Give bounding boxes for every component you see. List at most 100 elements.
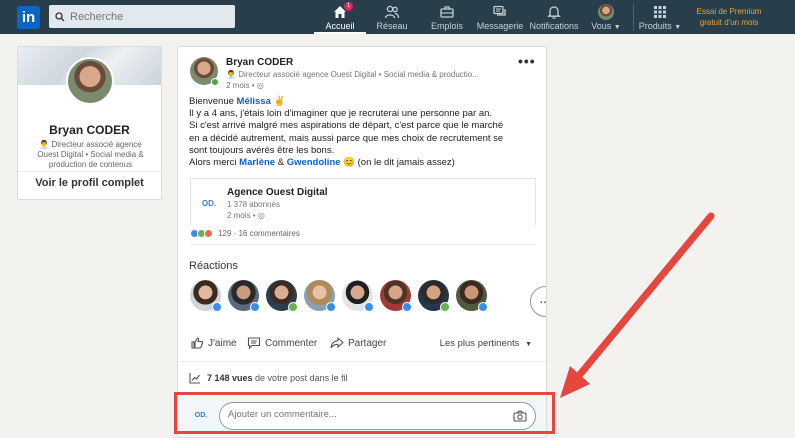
post-author-headline-text: Directeur associé agence Ouest Digital •… bbox=[238, 70, 479, 79]
feed-post: Bryan CODER 👨‍💼 Directeur associé agence… bbox=[177, 46, 547, 438]
chevron-down-icon: ▼ bbox=[674, 24, 682, 31]
like-reaction-icon bbox=[364, 302, 374, 312]
avatar bbox=[598, 4, 614, 20]
shared-company-card[interactable]: OD. Agence Ouest Digital 1 378 abonnés 2… bbox=[190, 178, 536, 225]
reactor-avatar[interactable] bbox=[380, 280, 412, 312]
post-time-text: 2 mois • bbox=[226, 81, 255, 90]
company-name[interactable]: Agence Ouest Digital bbox=[227, 187, 328, 198]
nav-notifications[interactable]: Notifications bbox=[527, 0, 581, 34]
company-logo: OD. bbox=[201, 199, 217, 208]
post-line: Bienvenue Mélissa ✌️ bbox=[189, 96, 539, 108]
share-button[interactable]: Partager bbox=[330, 336, 386, 350]
comment-label: Commenter bbox=[265, 337, 318, 349]
messaging-icon bbox=[493, 5, 506, 16]
premium-trial-link[interactable]: Essai de Premium gratuit d'un mois bbox=[688, 6, 770, 28]
reactor-avatar[interactable] bbox=[190, 280, 222, 312]
jobs-icon bbox=[440, 6, 454, 18]
post-text: Alors merci bbox=[189, 157, 240, 169]
like-reaction-icon bbox=[478, 302, 488, 312]
like-label: J'aime bbox=[208, 337, 237, 349]
reactor-avatar[interactable] bbox=[304, 280, 336, 312]
reactor-avatar[interactable] bbox=[456, 280, 488, 312]
thumbs-up-icon bbox=[191, 337, 204, 349]
like-reaction-icon bbox=[326, 302, 336, 312]
reactors-list: ... bbox=[190, 280, 546, 317]
views-suffix: de votre post dans le fil bbox=[252, 373, 348, 383]
profile-avatar[interactable] bbox=[66, 57, 114, 105]
divider bbox=[178, 361, 546, 362]
search-input[interactable] bbox=[70, 10, 220, 23]
chevron-down-icon: ▼ bbox=[525, 341, 532, 348]
online-status-dot bbox=[211, 78, 219, 86]
sort-label: Les plus pertinents bbox=[439, 338, 520, 349]
like-button[interactable]: J'aime bbox=[190, 336, 237, 350]
nav-messaging-label: Messagerie bbox=[476, 21, 524, 31]
divider bbox=[190, 244, 536, 245]
headline-emoji-icon: 👨‍💼 bbox=[226, 70, 239, 79]
counts-text: 129 · 16 commentaires bbox=[218, 229, 300, 238]
reactor-avatar[interactable] bbox=[266, 280, 298, 312]
sort-dropdown[interactable]: Les plus pertinents ▼ bbox=[440, 338, 532, 349]
profile-name[interactable]: Bryan CODER bbox=[18, 123, 161, 137]
nav-me-label: Vous bbox=[591, 21, 612, 31]
search-icon bbox=[55, 11, 65, 21]
reactor-avatar[interactable] bbox=[342, 280, 374, 312]
premium-line-1: Essai de Premium bbox=[696, 7, 762, 16]
like-reaction-icon bbox=[212, 302, 222, 312]
reactor-avatar[interactable] bbox=[228, 280, 260, 312]
company-time-text: 2 mois • bbox=[227, 211, 256, 220]
post-actions: J'aime Commenter Partager Les plus perti… bbox=[190, 334, 536, 352]
post-views[interactable]: 7 148 vues de votre post dans le fil bbox=[189, 372, 348, 384]
globe-icon: ◎ bbox=[256, 81, 264, 90]
post-author-name[interactable]: Bryan CODER bbox=[226, 57, 293, 68]
celebrate-reaction-icon bbox=[288, 302, 298, 312]
nav-notifications-label: Notifications bbox=[529, 21, 579, 31]
mention-link[interactable]: Gwendoline bbox=[287, 157, 341, 168]
reactor-avatar[interactable] bbox=[418, 280, 450, 312]
nav-home[interactable]: 1 Accueil bbox=[314, 0, 366, 34]
nav-me[interactable]: Vous ▼ bbox=[587, 0, 625, 34]
post-timestamp: 2 mois • ◎ bbox=[226, 81, 264, 90]
search-box[interactable] bbox=[49, 5, 235, 28]
post-author-headline: 👨‍💼 Directeur associé agence Ouest Digit… bbox=[226, 70, 511, 79]
nav-products-label: Produits bbox=[638, 21, 672, 31]
more-reactors-button[interactable]: ... bbox=[530, 286, 546, 317]
chevron-down-icon: ▼ bbox=[613, 24, 621, 31]
notification-badge: 1 bbox=[344, 2, 353, 11]
reactions-title: Réactions bbox=[189, 260, 238, 272]
view-profile-link[interactable]: Voir le profil complet bbox=[18, 177, 161, 189]
post-text: 😊 (on le dit jamais assez) bbox=[340, 157, 455, 169]
annotation-highlight-box bbox=[174, 392, 555, 434]
nav-products[interactable]: Produits ▼ bbox=[636, 0, 684, 34]
views-count: 7 148 vues bbox=[207, 373, 253, 383]
nav-jobs[interactable]: Emplois bbox=[424, 0, 470, 34]
views-text: 7 148 vues de votre post dans le fil bbox=[207, 373, 348, 383]
post-line: Il y a 4 ans, j'étais loin d'imaginer qu… bbox=[189, 108, 493, 120]
love-reaction-icon bbox=[204, 229, 213, 238]
premium-line-2: gratuit d'un mois bbox=[699, 18, 759, 27]
linkedin-logo[interactable]: in bbox=[17, 6, 40, 29]
nav-separator bbox=[633, 3, 634, 31]
nav-messaging[interactable]: Messagerie bbox=[475, 0, 525, 34]
nav-network-label: Réseau bbox=[376, 21, 408, 31]
network-icon bbox=[384, 5, 400, 19]
post-text: ✌️ bbox=[270, 96, 286, 107]
nav-network[interactable]: Réseau bbox=[369, 0, 415, 34]
post-line: Alors merci Marlène & Gwendoline 😊 (on l… bbox=[189, 157, 539, 169]
nav-jobs-label: Emplois bbox=[430, 21, 463, 31]
post-line: Si c'est arrivé malgré mes aspirations d… bbox=[189, 120, 504, 132]
divider bbox=[18, 171, 161, 172]
mention-link[interactable]: Marlène bbox=[239, 157, 275, 168]
mention-link[interactable]: Mélissa bbox=[237, 96, 271, 107]
bell-icon bbox=[547, 6, 561, 19]
more-options-icon[interactable]: ••• bbox=[518, 53, 536, 69]
post-text: & bbox=[275, 157, 287, 169]
company-followers: 1 378 abonnés bbox=[227, 200, 280, 209]
grid-icon bbox=[654, 6, 666, 18]
post-text: Bienvenue bbox=[189, 96, 237, 107]
comment-button[interactable]: Commenter bbox=[247, 336, 317, 350]
like-reaction-icon bbox=[250, 302, 260, 312]
celebrate-reaction-icon bbox=[440, 302, 450, 312]
social-counts[interactable]: 129 · 16 commentaires bbox=[190, 229, 300, 238]
like-reaction-icon bbox=[402, 302, 412, 312]
